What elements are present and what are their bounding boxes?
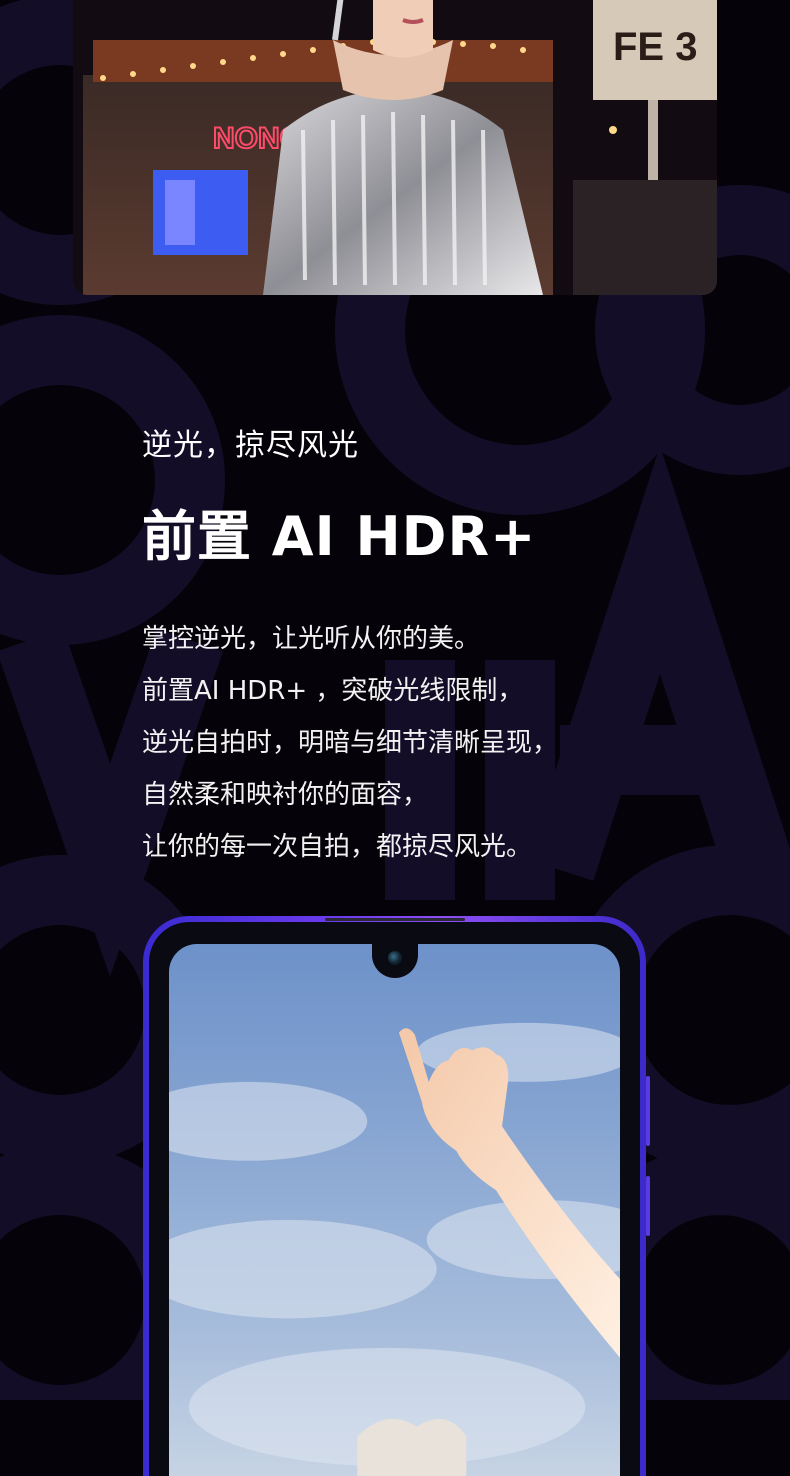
body-line: 让你的每一次自拍，都掠尽风光。 <box>142 832 533 862</box>
phone-screen-photo <box>169 944 620 1476</box>
body-line: 逆光自拍时，明暗与细节清晰呈现， <box>142 728 559 758</box>
hero-photo: NONO FE 3 <box>73 0 717 295</box>
front-camera-icon <box>387 951 402 965</box>
body-line: 掌控逆光，让光听从你的美。 <box>142 624 481 654</box>
phone-mockup <box>143 916 650 1476</box>
volume-key <box>646 1076 650 1146</box>
feature-text: 逆光，掠尽风光 前置 AI HDR+ 掌控逆光，让光听从你的美。 前置AI HD… <box>142 420 558 873</box>
shop-sign: FE 3 <box>613 25 697 69</box>
power-key <box>646 1176 650 1236</box>
section-headline: 前置 AI HDR+ <box>142 505 537 568</box>
body-line: 前置AI HDR+ ，突破光线限制， <box>142 676 524 706</box>
body-line: 自然柔和映衬你的面容， <box>142 780 429 810</box>
section-kicker: 逆光，掠尽风光 <box>142 428 359 463</box>
earpiece-speaker <box>324 918 465 921</box>
phone-bezel <box>149 922 640 1476</box>
section-body: 掌控逆光，让光听从你的美。 前置AI HDR+ ，突破光线限制， 逆光自拍时，明… <box>142 613 558 873</box>
